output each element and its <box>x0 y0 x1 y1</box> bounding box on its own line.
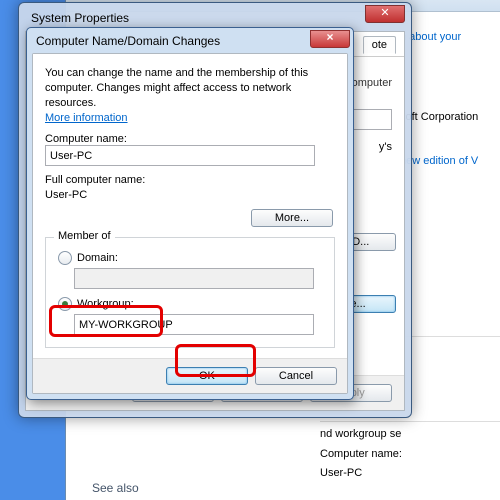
edition-link[interactable]: new edition of V <box>400 155 500 167</box>
cancel-button[interactable]: Cancel <box>255 367 337 385</box>
dialog-description: You can change the name and the membersh… <box>45 67 308 109</box>
sys-line: nd workgroup se <box>320 426 500 444</box>
domain-radio[interactable] <box>58 251 72 265</box>
computer-name-dialog: Computer Name/Domain Changes × You can c… <box>26 27 354 400</box>
close-button[interactable]: × <box>310 30 350 48</box>
domain-label: Domain: <box>77 252 118 264</box>
tab-remote[interactable]: ote <box>363 36 396 54</box>
copyright-text: soft Corporation <box>400 111 500 123</box>
more-button[interactable]: More... <box>251 209 333 227</box>
dialog-button-row: OK Cancel <box>33 359 347 393</box>
workgroup-label: Workgroup: <box>77 298 134 310</box>
label: y's <box>379 141 392 153</box>
computer-name-label: Computer name: <box>45 133 335 145</box>
about-link[interactable]: n about your <box>400 31 500 43</box>
sys-line: User-PC <box>320 465 500 483</box>
more-info-link[interactable]: More information <box>45 112 128 124</box>
label: omputer <box>352 77 392 89</box>
ok-button[interactable]: OK <box>166 367 248 385</box>
workgroup-input[interactable] <box>74 314 314 335</box>
computer-name-input[interactable] <box>45 145 315 166</box>
workgroup-radio[interactable] <box>58 297 72 311</box>
close-button[interactable]: ✕ <box>365 5 405 23</box>
member-of-group: Member of Domain: Workgroup: <box>45 237 335 348</box>
full-name-label: Full computer name: <box>45 174 335 186</box>
dialog-title: System Properties <box>31 11 129 25</box>
group-title: Member of <box>54 230 115 242</box>
dialog-title: Computer Name/Domain Changes <box>36 34 220 48</box>
sys-line: Computer name: <box>320 446 500 464</box>
see-also-label: See also <box>92 481 139 495</box>
domain-input <box>74 268 314 289</box>
full-name-value: User-PC <box>45 189 335 201</box>
